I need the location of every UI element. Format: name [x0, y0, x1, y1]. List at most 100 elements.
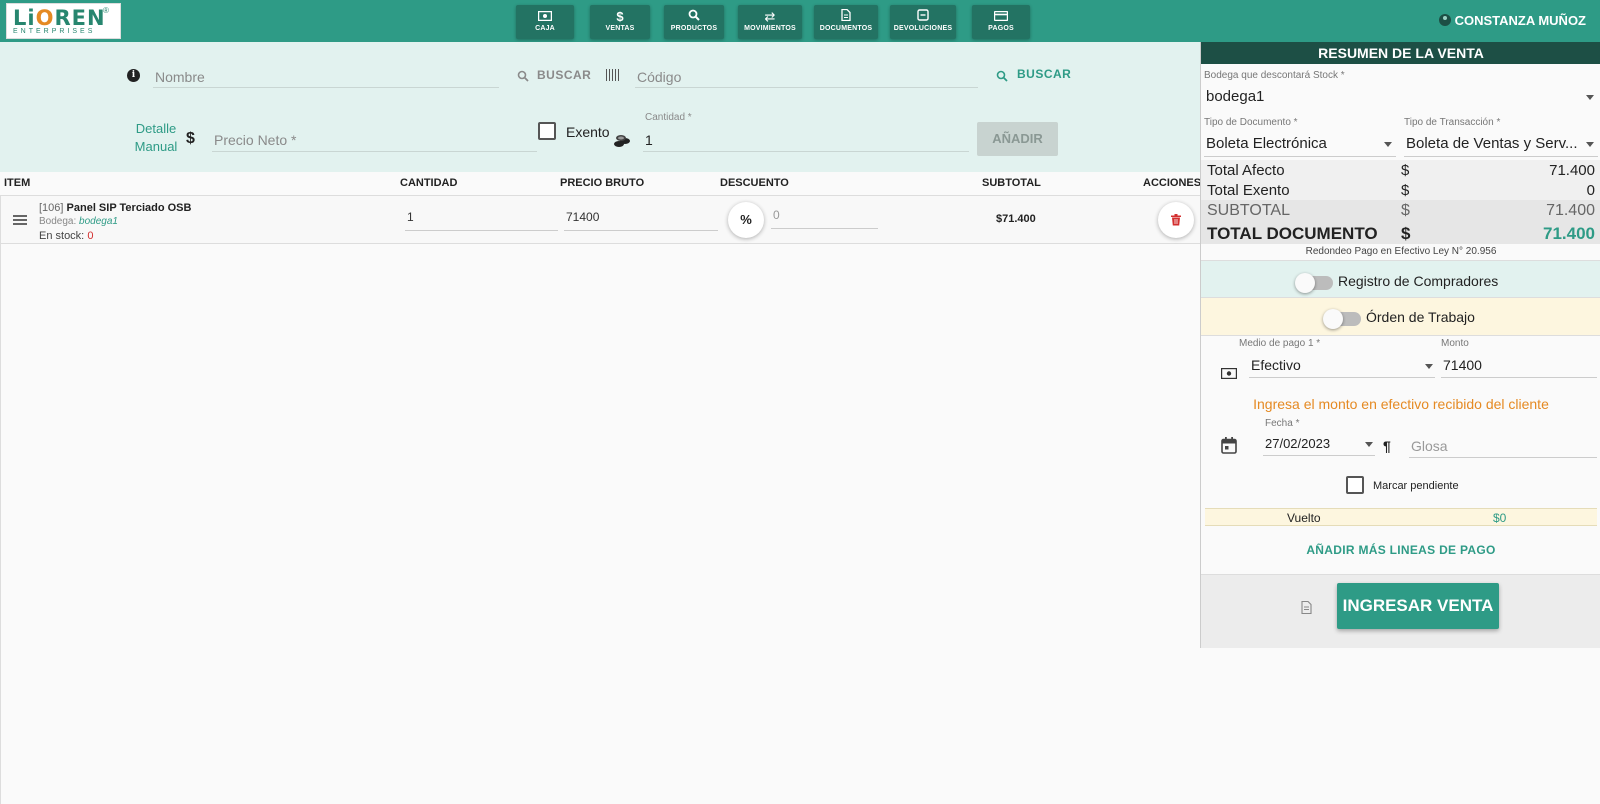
col-subtotal: SUBTOTAL	[982, 177, 1041, 189]
anadir-button[interactable]: AÑADIR	[977, 122, 1058, 156]
nav-devoluciones-label: DEVOLUCIONES	[893, 25, 953, 32]
cantidad-label: Cantidad *	[645, 112, 692, 123]
currency-symbol: $	[186, 130, 195, 147]
nav-documentos-label: DOCUMENTOS	[819, 25, 873, 32]
detalle-manual-link[interactable]: Detalle Manual	[132, 120, 180, 156]
registro-compradores-toggle[interactable]	[1295, 273, 1335, 293]
row-descuento-input[interactable]: 0	[771, 205, 878, 229]
drag-handle-icon[interactable]	[13, 215, 27, 225]
cantidad-value: 1	[645, 132, 653, 148]
total-afecto-currency: $	[1401, 162, 1410, 179]
delete-row-button[interactable]	[1158, 202, 1194, 238]
paragraph-icon: ¶	[1383, 438, 1391, 454]
precio-neto-placeholder: Precio Neto *	[214, 132, 297, 148]
bodega-value: bodega1	[1206, 88, 1265, 105]
summary-footer: INGRESAR VENTA	[1201, 574, 1600, 648]
total-exento-row: Total Exento $ 0	[1201, 180, 1600, 200]
nav-pagos-button[interactable]: PAGOS	[972, 5, 1030, 39]
glosa-input[interactable]: Glosa	[1409, 432, 1597, 458]
nav-ventas-button[interactable]: $ VENTAS	[590, 5, 650, 39]
chevron-down-icon	[1425, 364, 1433, 369]
logo-registered: ®	[103, 6, 109, 15]
totals-section: Total Afecto $ 71.400 Total Exento $ 0 S…	[1201, 160, 1600, 246]
row-cantidad-value: 1	[407, 210, 414, 224]
detalle-label: Detalle	[135, 121, 177, 136]
sale-summary-panel: RESUMEN DE LA VENTA Bodega que descontar…	[1200, 42, 1600, 648]
fecha-input[interactable]: 27/02/2023	[1263, 432, 1375, 456]
row-precio-value: 71400	[566, 210, 600, 224]
document-icon[interactable]	[1301, 600, 1312, 619]
user-icon	[1438, 14, 1451, 26]
row-cantidad-input[interactable]: 1	[405, 207, 558, 231]
nav-productos-button[interactable]: PRODUCTOS	[664, 5, 724, 39]
medio-pago-label: Medio de pago 1 *	[1239, 338, 1321, 349]
col-cantidad: CANTIDAD	[400, 177, 458, 189]
nav-caja-button[interactable]: CAJA	[516, 5, 574, 39]
tipo-transaccion-select[interactable]: Boleta de Ventas y Serv...	[1404, 131, 1598, 157]
col-item: ITEM	[4, 177, 31, 189]
col-precio-bruto: PRECIO BRUTO	[560, 177, 645, 189]
orden-trabajo-toggle[interactable]	[1323, 309, 1363, 329]
total-exento-value: 0	[1586, 182, 1595, 199]
row-precio-input[interactable]: 71400	[564, 207, 718, 231]
total-afecto-row: Total Afecto $ 71.400	[1201, 160, 1600, 180]
bodega-select[interactable]: bodega1	[1204, 84, 1598, 108]
medio-pago-select[interactable]: Efectivo	[1249, 352, 1435, 378]
company-logo[interactable]: LiOREN ® ENTERPRISES	[6, 3, 121, 39]
monto-input[interactable]: 71400	[1441, 352, 1597, 378]
bodega-label: Bodega que descontará Stock *	[1204, 70, 1345, 81]
chevron-down-icon	[1586, 95, 1594, 100]
medio-pago-value: Efectivo	[1251, 357, 1301, 373]
info-icon[interactable]: i	[127, 69, 140, 82]
search-icon	[517, 69, 529, 87]
marcar-pendiente-checkbox[interactable]	[1346, 476, 1364, 494]
cantidad-input[interactable]: 1	[643, 126, 969, 152]
cash-icon	[516, 9, 574, 25]
summary-title: RESUMEN DE LA VENTA	[1201, 42, 1600, 64]
registro-compradores-label: Registro de Compradores	[1338, 273, 1499, 289]
subtotal-row: SUBTOTAL $ 71.400	[1201, 200, 1600, 222]
total-afecto-value: 71.400	[1549, 162, 1595, 179]
ingresar-venta-button[interactable]: INGRESAR VENTA	[1337, 583, 1499, 629]
precio-neto-input[interactable]: Precio Neto *	[212, 126, 537, 152]
logo-text-o: O	[35, 6, 55, 30]
tipo-documento-label: Tipo de Documento *	[1204, 117, 1298, 128]
nav-caja-label: CAJA	[535, 25, 555, 32]
codigo-input[interactable]: Código	[635, 64, 978, 88]
glosa-placeholder: Glosa	[1411, 438, 1448, 454]
tipo-documento-select[interactable]: Boleta Electrónica	[1204, 131, 1396, 157]
user-menu[interactable]: CONSTANZA MUÑOZ	[1438, 13, 1586, 28]
nav-devoluciones-button[interactable]: DEVOLUCIONES	[890, 5, 956, 39]
tipo-transaccion-label: Tipo de Transacción *	[1404, 117, 1501, 128]
total-documento-currency: $	[1401, 224, 1411, 243]
total-afecto-label: Total Afecto	[1207, 162, 1285, 179]
subtotal-value: 71.400	[1546, 202, 1595, 219]
user-name: CONSTANZA MUÑOZ	[1454, 13, 1586, 28]
registro-compradores-row: Registro de Compradores	[1201, 260, 1600, 298]
items-table-header: ITEM CANTIDAD PRECIO BRUTO DESCUENTO SUB…	[0, 172, 1202, 196]
vuelto-value: $0	[1493, 511, 1507, 525]
nav-movimientos-button[interactable]: ⇄ MOVIMIENTOS	[738, 5, 802, 39]
col-acciones: ACCIONES	[1143, 177, 1202, 189]
nombre-input[interactable]: Nombre	[153, 64, 499, 88]
nav-ventas-label: VENTAS	[605, 25, 635, 32]
return-icon	[890, 9, 956, 25]
fecha-value: 27/02/2023	[1265, 436, 1331, 451]
top-bar: LiOREN ® ENTERPRISES CAJA $ VENTAS PRODU…	[0, 0, 1600, 42]
monto-value: 71400	[1443, 357, 1482, 373]
exento-checkbox[interactable]	[538, 122, 556, 140]
anadir-lineas-pago-button[interactable]: AÑADIR MÁS LINEAS DE PAGO	[1201, 543, 1600, 557]
marcar-pendiente-label: Marcar pendiente	[1373, 480, 1459, 492]
exento-label: Exento	[566, 124, 610, 140]
nav-documentos-button[interactable]: DOCUMENTOS	[814, 5, 878, 39]
item-details: [106] Panel SIP Terciado OSB Bodega: bod…	[39, 201, 191, 243]
percent-toggle-button[interactable]: %	[728, 202, 764, 238]
tipo-documento-value: Boleta Electrónica	[1206, 135, 1327, 152]
row-subtotal: $71.400	[996, 213, 1036, 225]
logo-text-ren: REN	[54, 6, 106, 30]
item-code: [106]	[39, 202, 64, 214]
subtotal-label: SUBTOTAL	[1207, 202, 1290, 219]
vuelto-row: Vuelto $0	[1205, 508, 1597, 526]
subtotal-currency: $	[1401, 202, 1410, 219]
calendar-icon[interactable]	[1221, 437, 1237, 459]
